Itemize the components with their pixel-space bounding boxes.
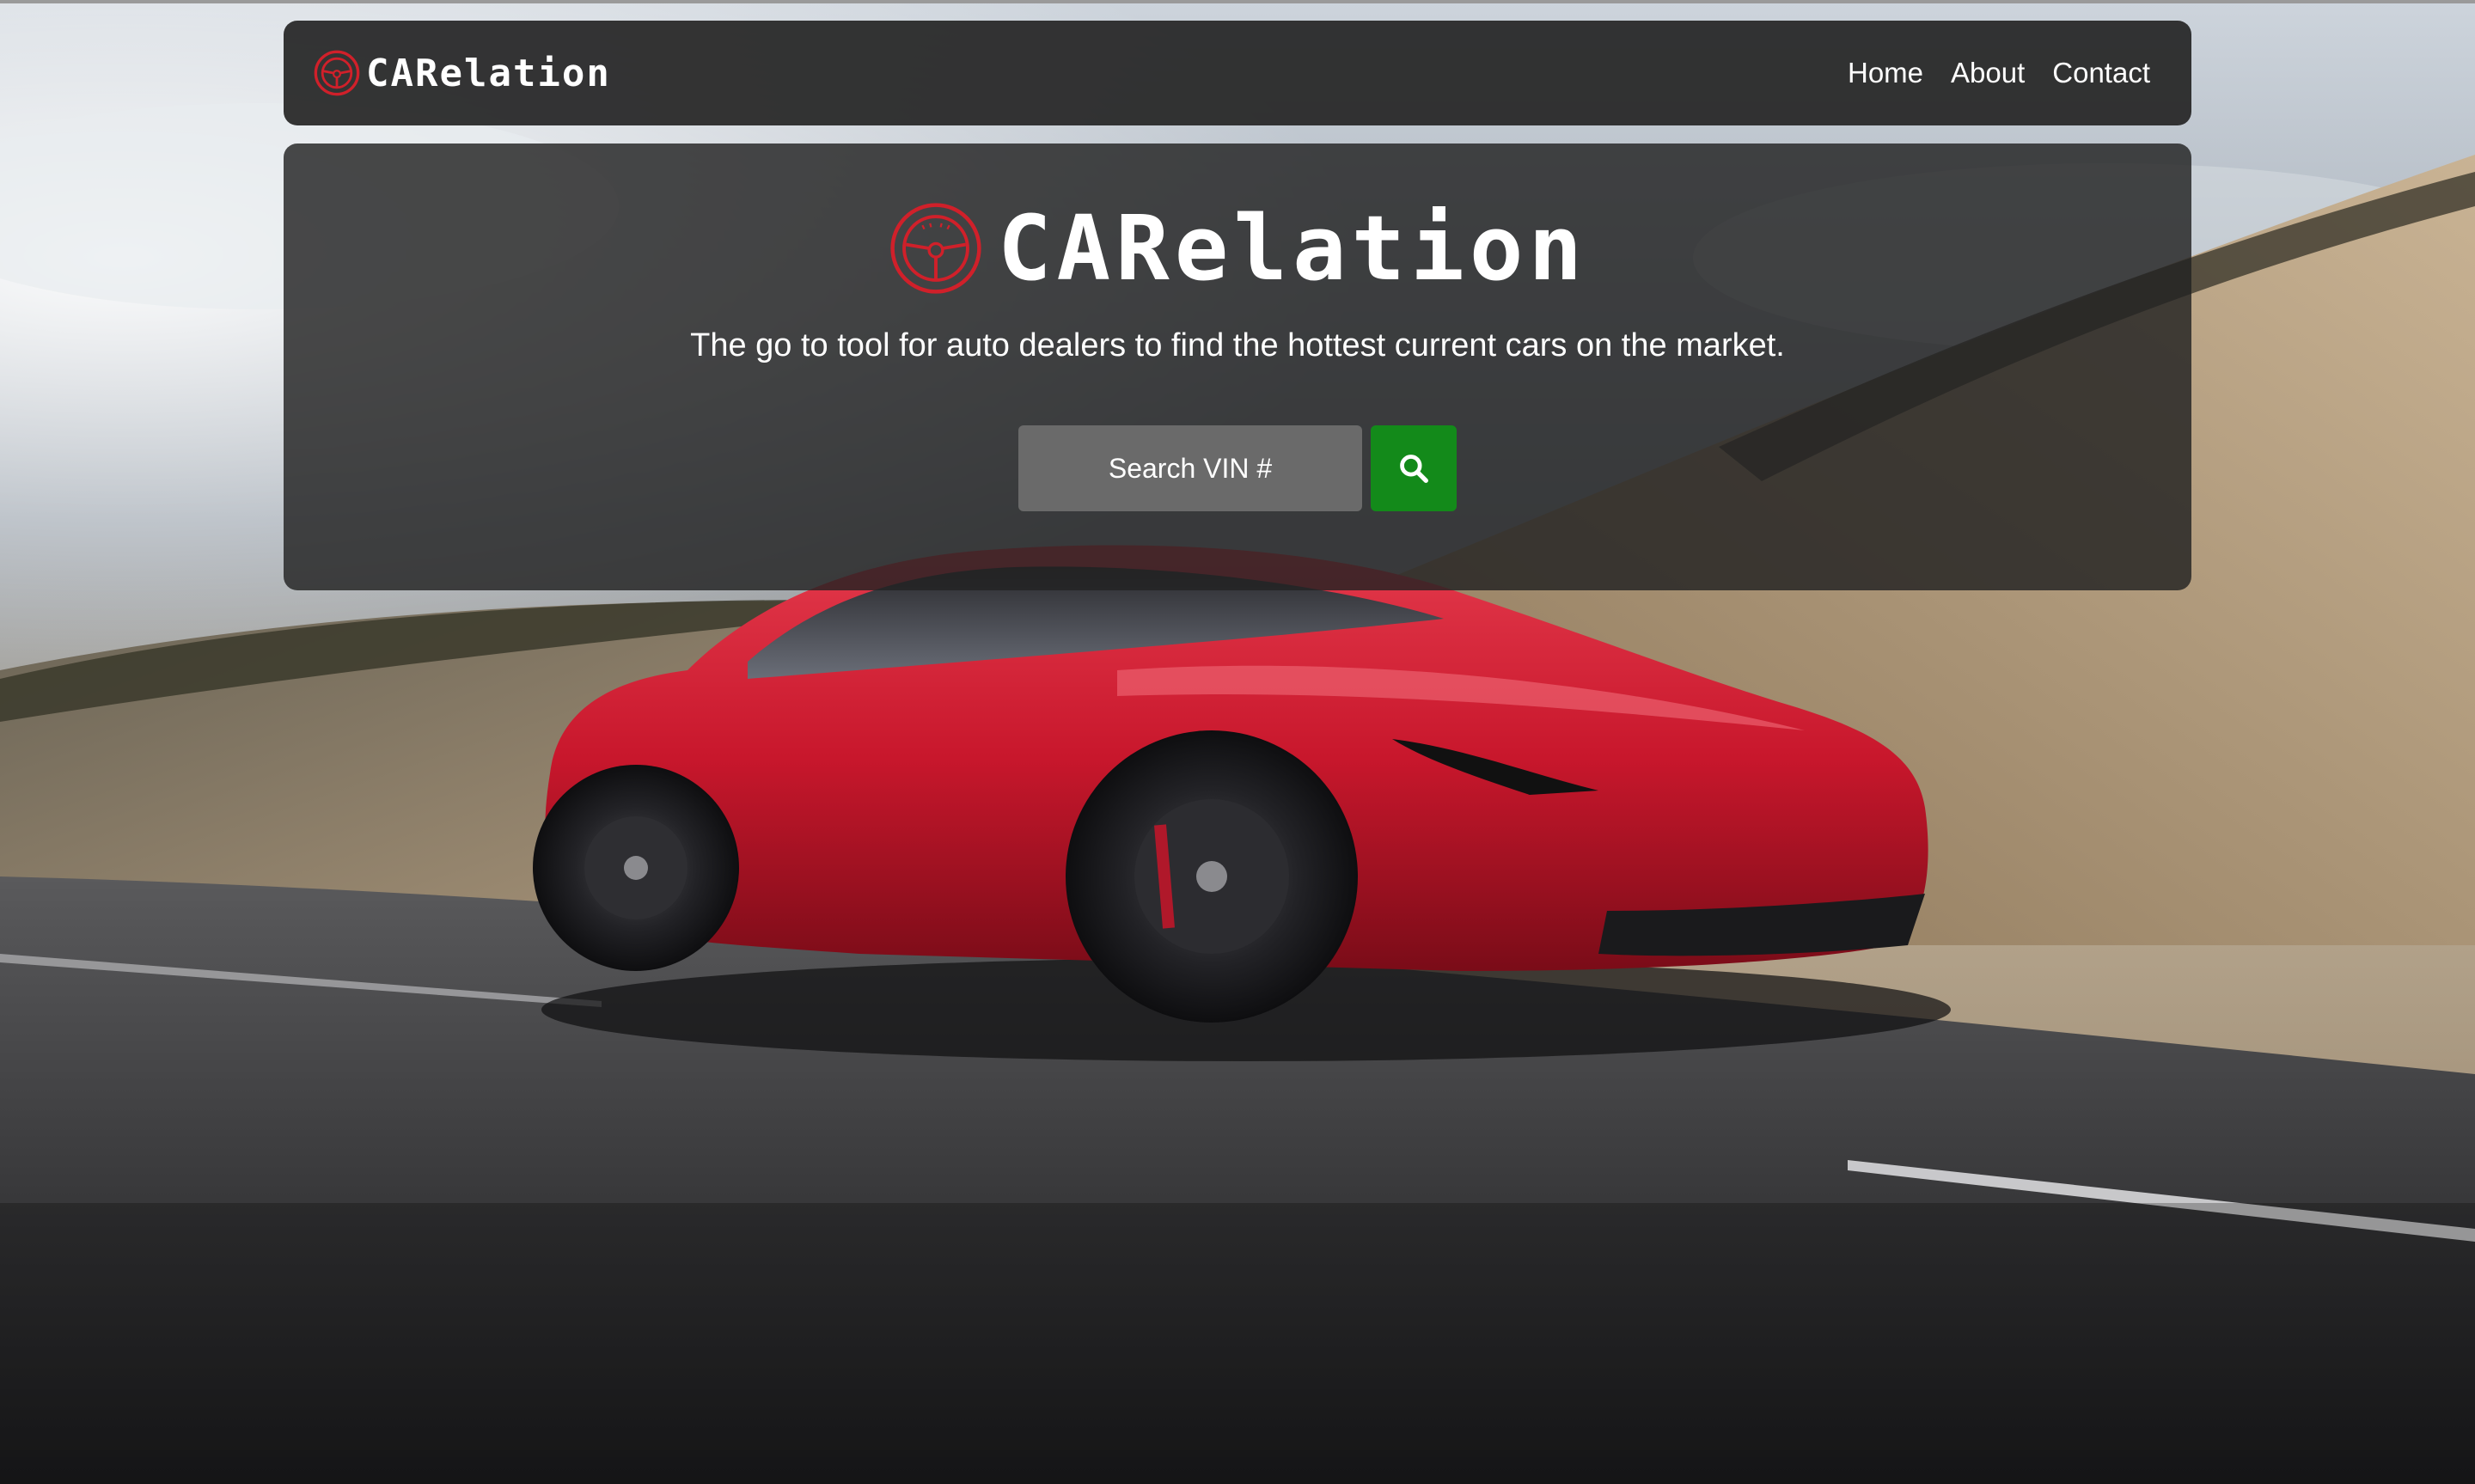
nav-link-home[interactable]: Home <box>1848 57 1923 89</box>
hero-title: CARelation <box>997 196 1588 301</box>
search-form <box>284 425 2191 511</box>
navbar-brand[interactable]: CARelation <box>313 49 611 97</box>
vin-search-input[interactable] <box>1018 425 1362 511</box>
navbar-brand-text: CARelation <box>366 51 611 95</box>
steering-wheel-icon <box>890 203 981 294</box>
browser-top-edge <box>0 0 2475 3</box>
hero-card: CARelation The go to tool for auto deale… <box>284 144 2191 590</box>
hero-brand: CARelation <box>284 200 2191 296</box>
navbar: CARelation Home About Contact <box>284 21 2191 125</box>
nav-links: Home About Contact <box>1848 57 2150 89</box>
search-icon <box>1400 455 1428 483</box>
nav-link-contact[interactable]: Contact <box>2052 57 2150 89</box>
steering-wheel-icon <box>314 50 360 96</box>
nav-link-about[interactable]: About <box>1951 57 2025 89</box>
page: CARelation Home About Contact CARelation… <box>0 0 2475 1484</box>
hero-tagline: The go to tool for auto dealers to find … <box>690 327 1785 363</box>
search-button[interactable] <box>1371 425 1457 511</box>
